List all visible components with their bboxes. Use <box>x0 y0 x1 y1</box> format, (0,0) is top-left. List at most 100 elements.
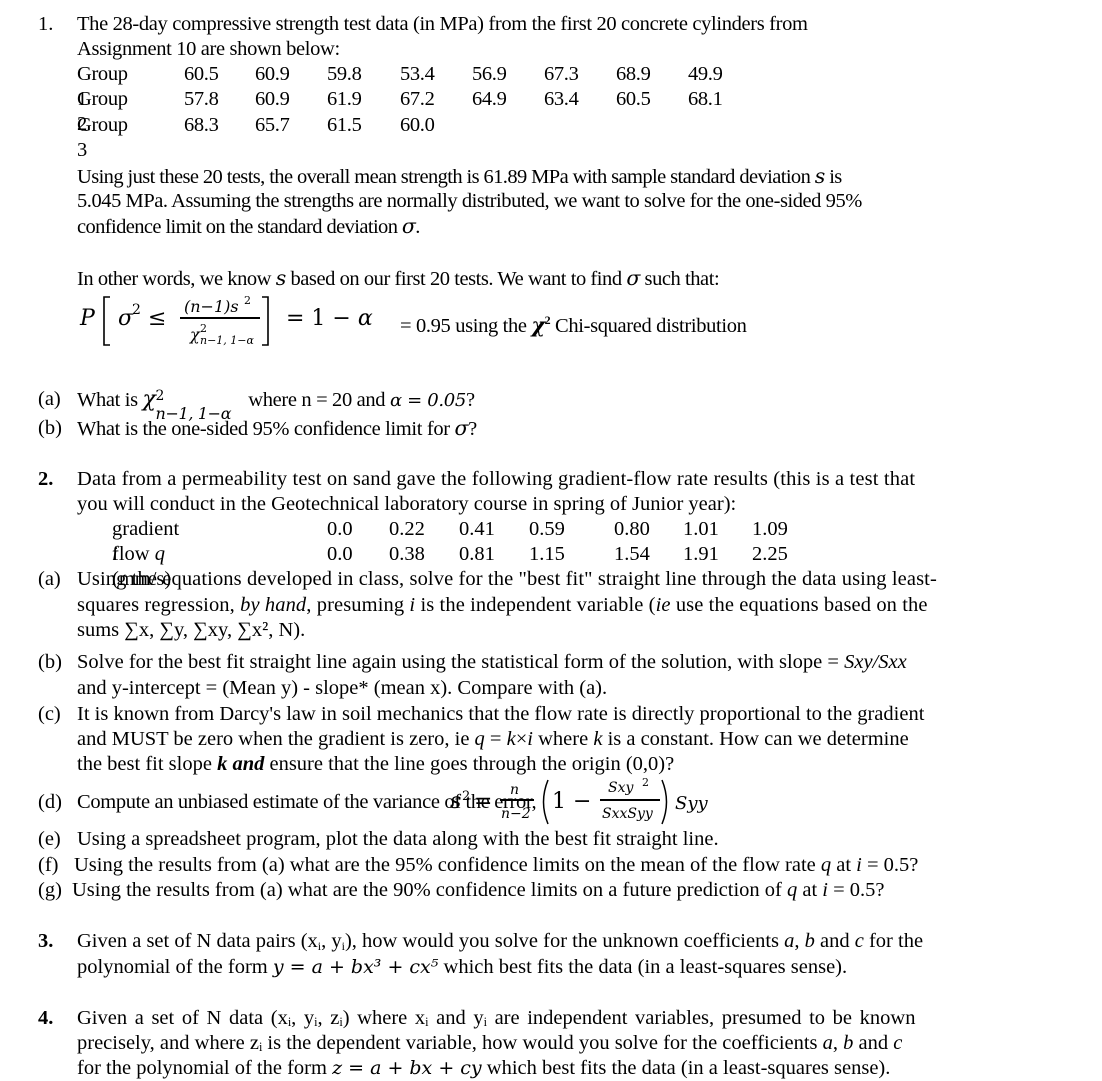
text: Given a set of N data pairs (x <box>77 930 318 952</box>
text: for the polynomial of the form <box>77 1057 333 1079</box>
table-cell: 1.09 <box>752 518 788 540</box>
table-cell: 1.54 <box>614 543 650 565</box>
text: by hand <box>240 594 307 616</box>
slope-formula: Sxy/Sxx <box>844 651 907 673</box>
q1-other-words: In other words, we know s based on our f… <box>77 266 720 292</box>
text: = 1 − <box>286 306 358 331</box>
q1-part-a: (a) What is χ 2 n−1, 1−α where n = 20 and … <box>38 387 475 423</box>
equals-part: = 1 − α <box>286 306 373 331</box>
table-cell: 0.81 <box>459 543 495 565</box>
table-cell: 63.4 <box>544 88 579 110</box>
table-cell: 0.0 <box>327 518 353 540</box>
sigma: σ <box>118 306 134 331</box>
text: Using just these 20 tests, the overall m… <box>77 166 815 188</box>
table-cell: 53.4 <box>400 63 435 85</box>
var-q: q <box>474 728 485 750</box>
part-text-line3: sums ∑x, ∑y, ∑xy, ∑x², N). <box>77 619 306 641</box>
q4-line3: for the polynomial of the form z = a + b… <box>77 1056 890 1081</box>
q1-paragraph-line1: Using just these 20 tests, the overall m… <box>77 164 842 190</box>
syy: Syy <box>675 793 708 814</box>
text: = <box>484 728 507 750</box>
var-s: s <box>450 789 462 814</box>
text: = 0.95 using the <box>400 315 532 337</box>
q1-paragraph-line2: 5.045 MPa. Assuming the strengths are no… <box>77 190 862 212</box>
q4-line2: precisely, and where zᵢ is the dependent… <box>77 1031 902 1056</box>
table-cell: 60.9 <box>255 88 290 110</box>
table-cell: 1.91 <box>683 543 719 565</box>
text: Using the results from (a) what are the … <box>72 879 787 901</box>
text: the best fit slope <box>77 753 218 775</box>
text: , y <box>321 930 342 952</box>
var-q: q <box>787 879 798 901</box>
text: polynomial of the form <box>77 956 273 978</box>
q1-intro-line2: Assignment 10 are shown below: <box>77 38 340 60</box>
table-cell: 61.5 <box>327 114 362 136</box>
table-cell: 0.22 <box>389 518 425 540</box>
left-paren-icon <box>542 779 549 825</box>
text: and <box>227 753 265 775</box>
part-label: (c) <box>38 703 61 725</box>
part-text-line1: It is known from Darcy's law in soil mec… <box>77 703 925 725</box>
var-q: q <box>820 854 832 876</box>
leq-symbol: ≤ <box>148 306 167 331</box>
text: is a constant. How can we determine <box>602 728 909 750</box>
equals: = <box>474 789 493 814</box>
table-cell: 68.9 <box>616 63 651 85</box>
table-cell: 1.15 <box>529 543 565 565</box>
text: flow <box>112 543 155 565</box>
table-cell: 60.5 <box>184 63 219 85</box>
part-label: (a) <box>38 388 61 410</box>
P: P <box>80 306 95 331</box>
table-cell: 0.0 <box>327 543 353 565</box>
part-label: (g) <box>38 879 62 901</box>
polynomial-formula: y = a + bx³ + cx⁵ <box>272 956 439 978</box>
part-text: Using a spreadsheet program, plot the da… <box>77 828 719 850</box>
table-cell: 0.80 <box>614 518 650 540</box>
subscript: n−1, 1−α <box>200 334 254 347</box>
text: and MUST be zero when the gradient is ze… <box>77 728 475 750</box>
text: for the <box>863 930 924 952</box>
text: gradient <box>112 518 180 540</box>
text: , <box>794 930 805 952</box>
var-a: a <box>784 930 795 952</box>
chi: χ <box>142 387 156 412</box>
superscript: 2 <box>642 776 649 789</box>
text: which best fits the data (in a least-squ… <box>481 1057 891 1079</box>
part-text: Using the results from (a) what are the … <box>72 878 885 903</box>
chi: χ <box>531 313 545 337</box>
table-cell: 60.9 <box>255 63 290 85</box>
q4-line1: Given a set of N data (xᵢ, yᵢ, zᵢ) where… <box>77 1007 916 1029</box>
question-number: 4. <box>38 1007 54 1029</box>
text: and <box>853 1032 894 1054</box>
var-c: c <box>854 930 864 952</box>
var-q: q <box>154 543 165 565</box>
part-text-line3: the best fit slope k and ensure that the… <box>77 752 674 777</box>
text: at <box>797 879 823 901</box>
inner-denominator: SxxSyy <box>602 806 653 822</box>
superscript: 2 <box>462 789 471 804</box>
left-bracket-icon <box>103 296 110 346</box>
text: Chi-squared distribution <box>550 315 747 337</box>
table-cell: 60.0 <box>400 114 435 136</box>
text: and <box>814 930 855 952</box>
text: is <box>824 166 842 188</box>
table-cell: 61.9 <box>327 88 362 110</box>
part-label: (b) <box>38 417 62 439</box>
var-a: a <box>822 1032 833 1054</box>
text: at <box>831 854 857 876</box>
part-label: (d) <box>38 791 62 813</box>
part-text: What is the one-sided 95% confidence lim… <box>77 416 477 442</box>
var-sigma: σ <box>454 416 469 440</box>
alpha-value: α = 0.05 <box>389 390 466 411</box>
text: ? <box>468 418 477 440</box>
text: is the independent variable ( <box>415 594 656 616</box>
part-label: (a) <box>38 568 61 590</box>
table-cell: 1.01 <box>683 518 719 540</box>
table-cell: 0.38 <box>389 543 425 565</box>
table-cell: 67.3 <box>544 63 579 85</box>
text: Solve for the best fit straight line aga… <box>77 651 845 673</box>
table-cell: 59.8 <box>327 63 362 85</box>
chi: χ <box>190 325 200 344</box>
fraction-denominator: n−2 <box>501 806 531 822</box>
part-text-line1: Using the equations developed in class, … <box>77 568 937 590</box>
